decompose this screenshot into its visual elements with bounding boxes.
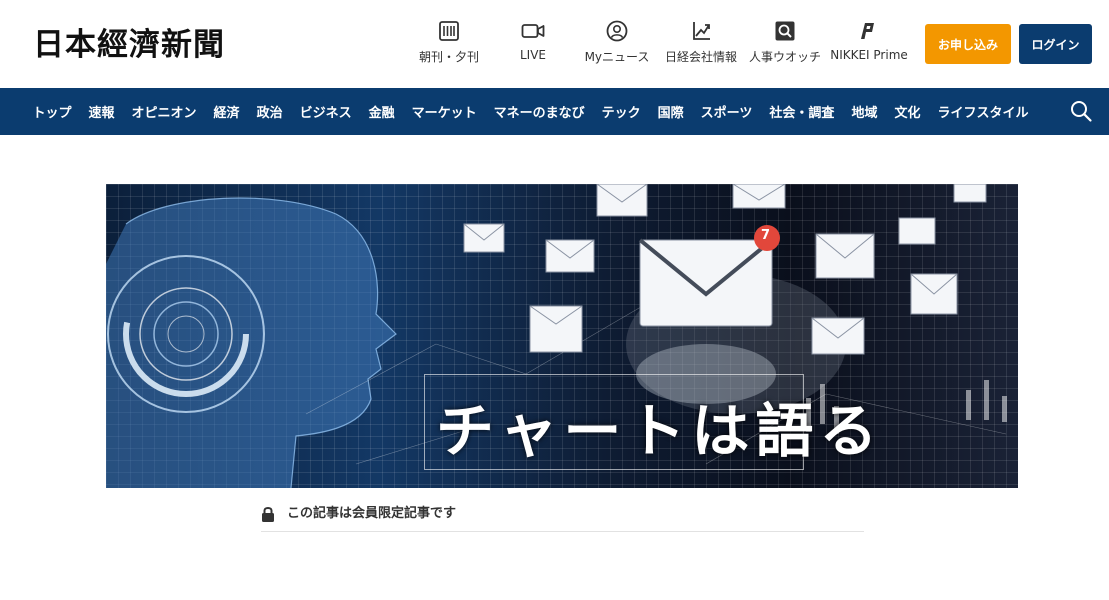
members-only-text: この記事は会員限定記事です — [287, 506, 457, 521]
login-button[interactable]: ログイン — [1019, 24, 1092, 64]
nav-item[interactable]: マネーのまなび — [485, 102, 593, 121]
search-person-icon — [772, 18, 798, 44]
util-label: Myニュース — [584, 50, 650, 64]
nav-item[interactable]: 経済 — [205, 102, 248, 121]
util-label: 人事ウオッチ — [748, 50, 821, 64]
nav-list: トップ 速報 オピニオン 経済 政治 ビジネス 金融 マーケット マネーのまなび テック 国際 スポー… — [24, 88, 1037, 135]
util-newspaper[interactable]: 朝刊・夕刊 — [416, 18, 482, 70]
nav-item[interactable]: 政治 — [248, 102, 291, 121]
site-header: 日本經濟新聞 朝刊・夕刊 LIVE Myニュース 日経会社情報 人事ウオッチ N… — [0, 0, 1109, 88]
util-nikkei-prime[interactable]: NIKKEI Prime — [830, 18, 908, 70]
nav-item[interactable]: 文化 — [886, 102, 929, 121]
util-company-info[interactable]: 日経会社情報 — [663, 18, 739, 70]
nav-item[interactable]: スポーツ — [692, 102, 761, 121]
search-icon[interactable] — [1069, 99, 1095, 125]
notification-badge-count: 7 — [761, 228, 771, 243]
util-label: LIVE — [519, 48, 546, 62]
members-only-notice: この記事は会員限定記事です — [261, 504, 864, 532]
nav-item[interactable]: 速報 — [80, 102, 123, 121]
series-banner[interactable]: 7 チャートは語る — [106, 184, 1018, 488]
subscribe-button[interactable]: お申し込み — [925, 24, 1011, 64]
nav-item[interactable]: オピニオン — [123, 102, 205, 121]
util-label: NIKKEI Prime — [830, 48, 908, 62]
nav-item[interactable]: 地域 — [843, 102, 886, 121]
nav-item[interactable]: ライフスタイル — [929, 102, 1037, 121]
nav-item[interactable]: 社会・調査 — [761, 102, 843, 121]
nav-item[interactable]: トップ — [24, 102, 80, 121]
video-camera-icon — [520, 18, 546, 44]
chart-trend-icon — [688, 18, 714, 44]
util-live[interactable]: LIVE — [510, 18, 556, 70]
nav-item[interactable]: マーケット — [403, 102, 485, 121]
newspaper-icon — [436, 18, 462, 44]
util-mynews[interactable]: Myニュース — [584, 18, 650, 70]
nav-item[interactable]: 金融 — [360, 102, 403, 121]
nav-item[interactable]: 国際 — [649, 102, 692, 121]
user-circle-icon — [604, 18, 630, 44]
banner-title: チャートは語る — [436, 397, 884, 465]
util-personnel-watch[interactable]: 人事ウオッチ — [747, 18, 823, 70]
nav-item[interactable]: ビジネス — [291, 102, 360, 121]
prime-logo-icon — [856, 18, 882, 44]
main-nav: トップ 速報 オピニオン 経済 政治 ビジネス 金融 マーケット マネーのまなび テック 国際 スポー… — [0, 88, 1109, 135]
lock-icon — [261, 506, 275, 522]
util-label: 日経会社情報 — [664, 50, 737, 64]
site-logo[interactable]: 日本經濟新聞 — [33, 25, 225, 65]
util-label: 朝刊・夕刊 — [418, 50, 479, 64]
nav-item[interactable]: テック — [593, 102, 649, 121]
